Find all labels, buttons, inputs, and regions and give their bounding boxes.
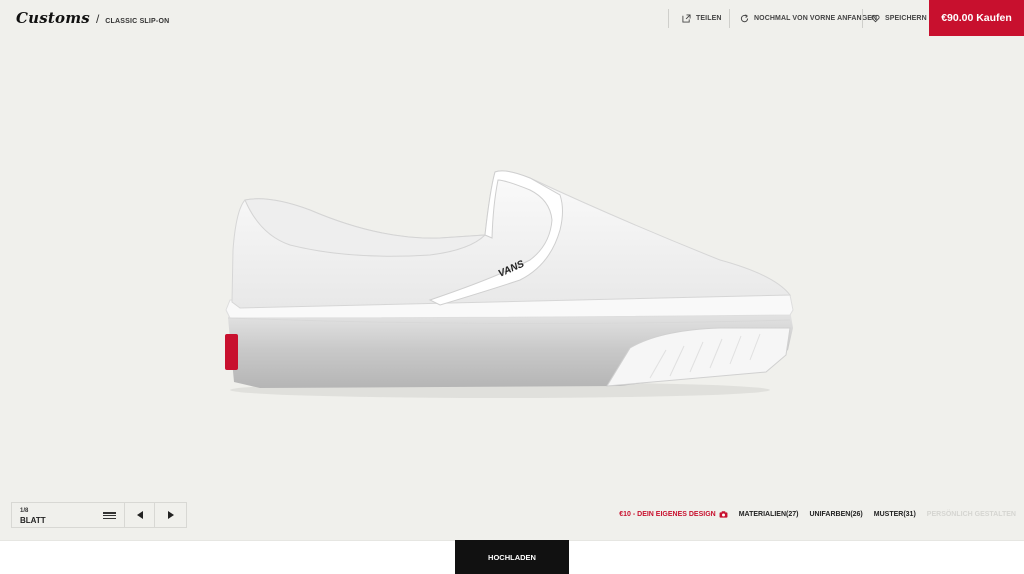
customs-logo[interactable]: Customs — [16, 9, 90, 27]
tab-patterns[interactable]: MUSTER(31) — [874, 511, 916, 518]
shoe-preview[interactable]: VANS — [200, 150, 820, 410]
chevron-left-icon — [136, 511, 143, 519]
refresh-icon — [740, 14, 749, 23]
model-name: CLASSIC SLIP-ON — [105, 18, 170, 25]
header-divider — [668, 9, 669, 28]
save-button[interactable]: SPEICHERN — [871, 9, 927, 28]
camera-icon — [719, 511, 728, 518]
tab-custom-design[interactable]: €10 - DEIN EIGENES DESIGN — [619, 511, 728, 518]
menu-icon[interactable] — [103, 512, 116, 520]
heel-tab — [225, 334, 238, 370]
restart-label: NOCHMAL VON VORNE ANFANGEN — [754, 15, 878, 22]
share-icon — [682, 14, 691, 23]
breadcrumb-separator: / — [95, 12, 100, 26]
chevron-right-icon — [167, 511, 174, 519]
panel-pager: 1/8 BLATT — [11, 502, 187, 528]
buy-button[interactable]: €90.00 Kaufen — [929, 0, 1024, 36]
page-count: 1/8 — [20, 508, 29, 514]
design-tabs: €10 - DEIN EIGENES DESIGN MATERIALIEN(27… — [619, 511, 1016, 518]
upload-button[interactable]: HOCHLADEN — [455, 540, 569, 574]
tab-personalize[interactable]: PERSÖNLICH GESTALTEN — [927, 511, 1016, 518]
pager-info[interactable]: 1/8 BLATT — [12, 503, 125, 527]
header-divider — [862, 9, 863, 28]
share-label: TEILEN — [696, 15, 722, 22]
next-button[interactable] — [155, 503, 186, 527]
header-divider — [729, 9, 730, 28]
page-label: BLATT — [20, 516, 46, 525]
brand: Customs / CLASSIC SLIP-ON — [16, 9, 169, 27]
restart-button[interactable]: NOCHMAL VON VORNE ANFANGEN — [740, 9, 877, 28]
tab-label: €10 - DEIN EIGENES DESIGN — [619, 511, 716, 518]
share-button[interactable]: TEILEN — [682, 9, 722, 28]
save-label: SPEICHERN — [885, 15, 927, 22]
top-bar: Customs / CLASSIC SLIP-ON TEILEN NOCHMAL… — [0, 0, 1024, 36]
tab-solid-colors[interactable]: UNIFARBEN(26) — [809, 511, 862, 518]
previous-button[interactable] — [125, 503, 156, 527]
heart-icon — [871, 14, 880, 23]
shoe-image: VANS — [225, 170, 794, 398]
tab-materials[interactable]: MATERIALIEN(27) — [739, 511, 799, 518]
